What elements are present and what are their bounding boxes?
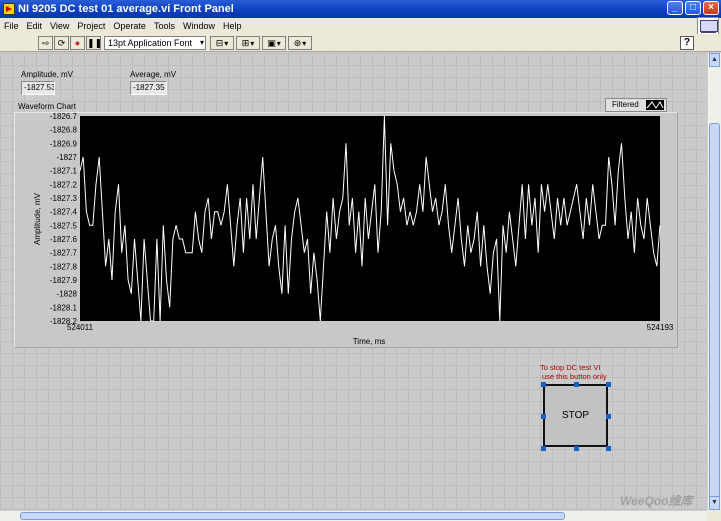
y-tick-label: -1827.3 — [50, 194, 78, 203]
resize-handle[interactable] — [541, 382, 546, 387]
resize-handle[interactable] — [574, 382, 579, 387]
run-continuously-icon[interactable]: ⟳ — [54, 36, 69, 50]
plot-legend[interactable]: Filtered — [605, 98, 667, 112]
y-tick-label: -1827.5 — [50, 221, 78, 230]
average-indicator: -1827.35 — [130, 81, 167, 95]
y-tick-label: -1827.7 — [50, 249, 78, 258]
scrollbar-corner — [707, 510, 721, 521]
menu-operate[interactable]: Operate — [109, 21, 150, 31]
chevron-down-icon: ▾ — [199, 38, 204, 47]
amplitude-indicator: -1827.53 — [21, 81, 55, 95]
stop-note: To stop DC test VI use this button only — [540, 363, 620, 381]
context-help-icon[interactable]: ? — [680, 36, 694, 50]
labview-app-icon — [3, 3, 15, 15]
resize-handle[interactable] — [606, 446, 611, 451]
menu-bar: File Edit View Project Operate Tools Win… — [0, 18, 721, 34]
y-tick-label: -1827.9 — [50, 276, 78, 285]
resize-objects-icon[interactable]: ▣ — [262, 36, 286, 50]
stop-button-label: STOP — [561, 410, 590, 421]
y-tick-label: -1827.6 — [50, 235, 78, 244]
font-dropdown[interactable]: 13pt Application Font ▾ — [104, 36, 206, 50]
menu-edit[interactable]: Edit — [23, 21, 47, 31]
horizontal-scrollbar[interactable] — [0, 510, 707, 521]
stop-note-line2: use this button only — [542, 372, 607, 381]
y-tick-label: -1827 — [57, 153, 78, 162]
font-dropdown-value: 13pt Application Font — [108, 38, 193, 48]
waveform-chart: -1826.7 -1826.8 -1826.9 -1827 -1827.1 -1827.2… — [14, 112, 678, 348]
legend-swatch — [646, 100, 664, 110]
y-tick-label: -1827.2 — [50, 180, 78, 189]
amplitude-label: Amplitude, mV — [21, 70, 74, 79]
resize-handle[interactable] — [541, 414, 546, 419]
menu-file[interactable]: File — [0, 21, 23, 31]
y-tick-label: -1828 — [57, 290, 78, 299]
menu-project[interactable]: Project — [73, 21, 109, 31]
y-tick-label: -1826.9 — [50, 139, 78, 148]
x-tick-label: 524011 — [67, 323, 94, 332]
stop-button[interactable]: STOP — [543, 384, 608, 447]
y-tick-label: -1827.1 — [50, 167, 78, 176]
resize-handle[interactable] — [574, 446, 579, 451]
x-tick-label: 524193 — [647, 323, 674, 332]
legend-label: Filtered — [612, 100, 639, 109]
y-axis-label: Amplitude, mV — [33, 192, 42, 245]
average-label: Average, mV — [130, 70, 177, 79]
horizontal-scroll-thumb[interactable] — [20, 512, 565, 520]
watermark: WeeQoo维库 — [620, 494, 693, 508]
toolbar: ⇨ ⟳ ● ❚❚ 13pt Application Font ▾ ⊟ ⊞ ▣ ⊛ — [0, 34, 721, 52]
y-tick-label: -1827.4 — [50, 208, 78, 217]
chart-svg: -1826.7 -1826.8 -1826.9 -1827 -1827.1 -1827.2… — [33, 113, 674, 346]
y-tick-label: -1826.7 — [50, 113, 78, 121]
y-tick-label: -1826.8 — [50, 126, 78, 135]
run-arrow-icon[interactable]: ⇨ — [38, 36, 53, 50]
x-axis-label: Time, ms — [353, 337, 386, 346]
plot-area — [80, 116, 660, 321]
minimize-button[interactable]: _ — [667, 1, 683, 15]
stop-note-line1: To stop DC test VI — [540, 363, 601, 372]
y-tick-label: -1827.8 — [50, 262, 78, 271]
scroll-up-icon[interactable]: ▲ — [709, 53, 720, 67]
pause-icon[interactable]: ❚❚ — [86, 36, 102, 50]
vertical-scroll-thumb[interactable] — [709, 123, 720, 513]
reorder-icon[interactable]: ⊛ — [288, 36, 312, 50]
resize-handle[interactable] — [606, 414, 611, 419]
menu-tools[interactable]: Tools — [150, 21, 179, 31]
abort-icon[interactable]: ● — [70, 36, 85, 50]
y-tick-label: -1828.1 — [50, 303, 78, 312]
close-button[interactable]: × — [703, 1, 719, 15]
resize-handle[interactable] — [606, 382, 611, 387]
window-title: NI 9205 DC test 01 average.vi Front Pane… — [18, 3, 234, 15]
menu-window[interactable]: Window — [179, 21, 219, 31]
maximize-button[interactable]: □ — [685, 1, 701, 15]
resize-handle[interactable] — [541, 446, 546, 451]
title-bar: NI 9205 DC test 01 average.vi Front Pane… — [0, 0, 721, 18]
align-objects-icon[interactable]: ⊟ — [210, 36, 234, 50]
menu-view[interactable]: View — [46, 21, 73, 31]
menu-help[interactable]: Help — [219, 21, 246, 31]
distribute-objects-icon[interactable]: ⊞ — [236, 36, 260, 50]
window-controls: _ □ × — [667, 1, 719, 15]
vertical-scrollbar[interactable]: ▲ ▼ — [707, 53, 721, 513]
chart-title: Waveform Chart — [18, 102, 76, 111]
scroll-down-icon[interactable]: ▼ — [709, 496, 720, 510]
